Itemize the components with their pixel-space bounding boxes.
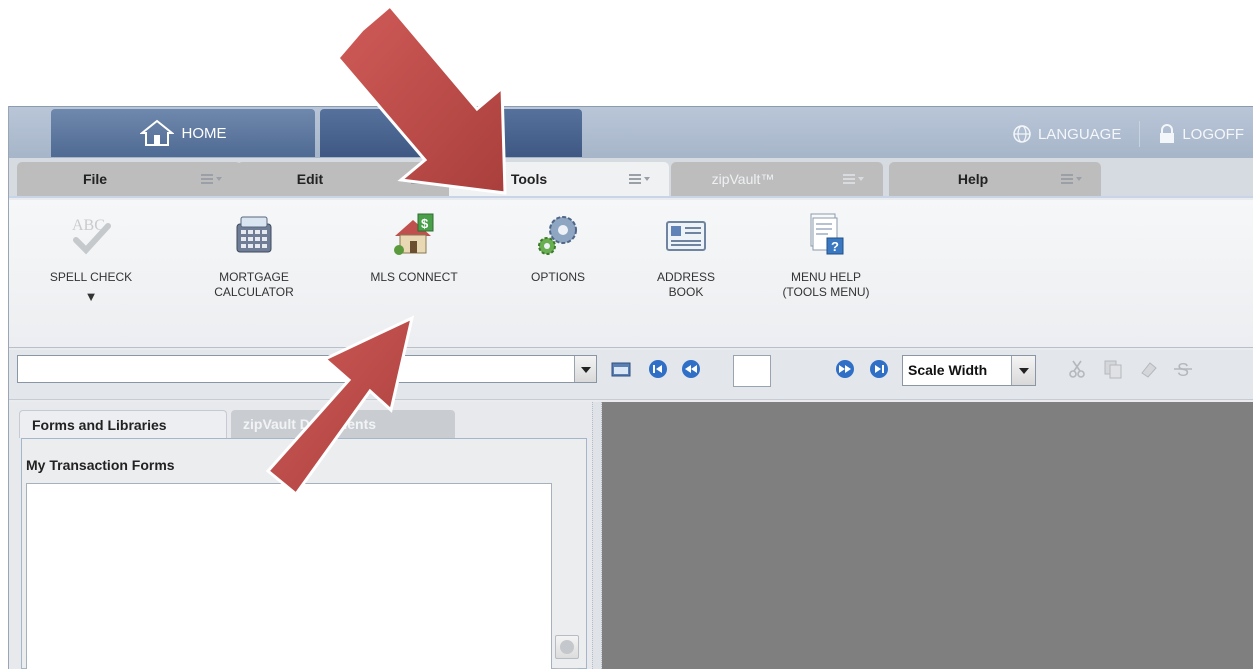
tab-zipvault-label: zipVault™ <box>711 171 775 187</box>
help-document-icon: ? <box>810 213 844 255</box>
divider <box>1139 121 1141 147</box>
section-title: My Transaction Forms <box>26 457 175 473</box>
calculator-label: CALCULATOR <box>214 285 294 299</box>
home-button[interactable]: HOME <box>51 109 315 157</box>
zoom-select-dropdown[interactable] <box>1011 356 1035 385</box>
book-label: BOOK <box>668 285 704 299</box>
copy-icon[interactable] <box>1103 359 1123 379</box>
address-card-icon <box>666 221 706 251</box>
tab-tools-label: Tools <box>510 171 548 187</box>
mls-connect-button[interactable]: $ MLS CONNECT <box>354 212 474 285</box>
next-page-icon[interactable] <box>835 359 855 379</box>
mls-connect-label: MLS CONNECT <box>370 270 458 284</box>
logoff-label: LOGOFF <box>1182 125 1244 143</box>
menu-dropdown-icon <box>843 174 864 184</box>
spell-check-button[interactable]: ABC SPELL CHECK ▼ <box>31 212 151 304</box>
tab-zipvault[interactable]: zipVault™ <box>671 162 883 196</box>
zoom-value: Scale Width <box>908 362 988 378</box>
eraser-icon[interactable] <box>1139 359 1159 379</box>
tab-zipvault-documents[interactable]: zipVault Documents <box>231 410 455 438</box>
logoff-button[interactable]: LOGOFF <box>1158 124 1244 144</box>
mortgage-calculator-button[interactable]: MORTGAGE CALCULATOR <box>194 212 314 300</box>
lock-icon <box>1160 124 1175 143</box>
cut-icon[interactable] <box>1067 359 1087 379</box>
menu-help-label: MENU HELP <box>790 270 861 284</box>
document-toolbar: Scale Width S <box>9 350 1253 400</box>
menu-help-button[interactable]: ? MENU HELP (TOOLS MENU) <box>766 212 886 300</box>
document-icon <box>441 120 461 146</box>
spell-check-icon: ABC <box>72 217 111 255</box>
tab-forms-and-libraries[interactable]: Forms and Libraries <box>19 410 227 438</box>
language-label: LANGUAGE <box>1037 125 1122 143</box>
tab-tools[interactable]: Tools <box>449 162 669 196</box>
address-label: ADDRESS <box>656 270 715 284</box>
menu-dropdown-icon <box>1061 174 1082 184</box>
svg-text:?: ? <box>831 239 839 254</box>
previous-page-icon[interactable] <box>681 359 701 379</box>
forms-list[interactable] <box>26 483 552 669</box>
window-icon[interactable] <box>611 359 631 379</box>
tab-help-label: Help <box>957 171 989 187</box>
calculator-icon <box>236 216 272 253</box>
tools-menu-label: (TOOLS MENU) <box>782 285 870 299</box>
document-canvas[interactable] <box>602 402 1253 669</box>
mortgage-label: MORTGAGE <box>219 270 289 284</box>
address-book-button[interactable]: ADDRESS BOOK <box>626 212 746 300</box>
house-icon: $ <box>394 213 434 255</box>
tab-file-label: File <box>82 171 108 187</box>
document-button[interactable] <box>320 109 582 157</box>
document-select[interactable] <box>17 355 597 383</box>
menu-tab-bar: File Edit Tools zipVault™ Help <box>9 158 1253 198</box>
strikethrough-icon[interactable]: S <box>1173 359 1193 379</box>
chevron-down-icon <box>581 367 591 373</box>
spell-check-dropdown-arrow[interactable]: ▼ <box>31 289 151 304</box>
spell-check-label: SPELL CHECK <box>49 270 133 284</box>
first-page-icon[interactable] <box>648 359 668 379</box>
tab-edit-label: Edit <box>296 171 324 187</box>
top-navigation-bar: HOME LANGUAGE LOGOFF <box>9 106 1253 158</box>
document-select-dropdown[interactable] <box>574 356 596 382</box>
tab-help[interactable]: Help <box>889 162 1101 196</box>
zoom-select[interactable]: Scale Width <box>902 355 1036 386</box>
page-number-input[interactable] <box>733 355 771 387</box>
gears-icon <box>538 216 577 255</box>
transaction-forms-section: My Transaction Forms <box>21 438 587 669</box>
svg-text:$: $ <box>421 216 429 231</box>
forms-panel: Forms and Libraries zipVault Documents M… <box>9 402 592 669</box>
move-up-button[interactable] <box>555 635 579 659</box>
chevron-down-icon <box>1019 368 1029 374</box>
home-label: HOME <box>181 124 227 142</box>
home-icon <box>139 119 174 146</box>
panel-splitter[interactable] <box>592 402 602 669</box>
globe-icon <box>1013 125 1031 143</box>
circle-icon <box>560 640 574 654</box>
options-button[interactable]: OPTIONS <box>498 212 618 285</box>
last-page-icon[interactable] <box>869 359 889 379</box>
application-window: HOME LANGUAGE LOGOFF File Edit Tools zip… <box>8 106 1253 669</box>
language-button[interactable]: LANGUAGE <box>1012 124 1121 144</box>
top-right-actions: LANGUAGE LOGOFF <box>1012 121 1244 147</box>
options-label: OPTIONS <box>530 270 585 284</box>
tools-ribbon: ABC SPELL CHECK ▼ MORTGAGE CALCULATOR $ … <box>9 200 1253 348</box>
